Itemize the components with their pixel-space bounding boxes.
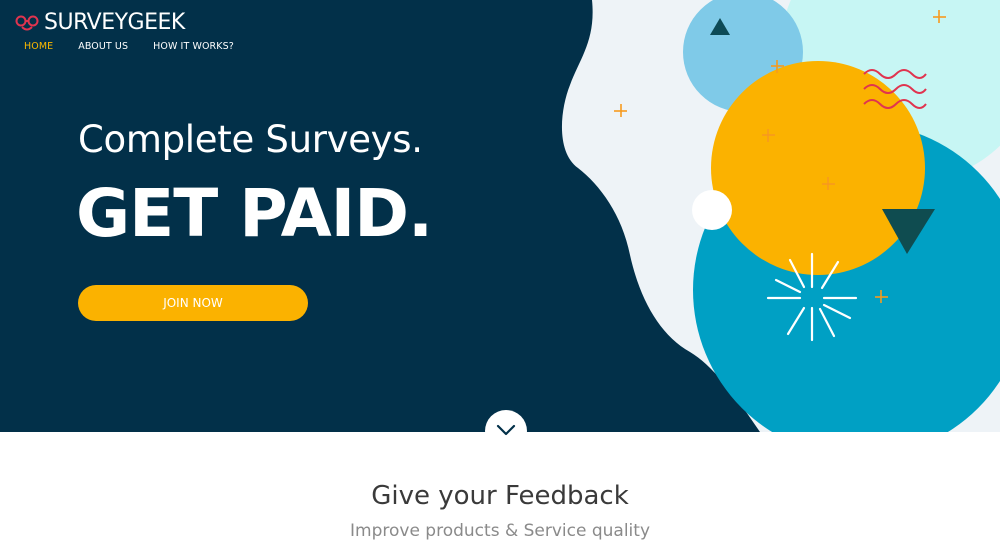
yellow-circle <box>711 61 925 275</box>
white-dot <box>692 190 732 230</box>
join-now-button[interactable]: JOIN NOW <box>78 285 308 321</box>
brand-logo[interactable]: SURVEYGEEK <box>14 11 185 35</box>
feedback-title: Give your Feedback <box>371 481 629 511</box>
glasses-smile-icon <box>15 15 39 31</box>
brand-name: SURVEYGEEK <box>44 10 185 35</box>
nav-item-about-us[interactable]: ABOUT US <box>78 41 128 53</box>
nav-item-how-it-works[interactable]: HOW IT WORKS? <box>153 41 234 53</box>
nav-item-home[interactable]: HOME <box>24 41 53 53</box>
hero-subheadline: GET PAID. <box>76 175 433 252</box>
main-nav: HOME ABOUT US HOW IT WORKS? <box>24 41 259 53</box>
scroll-down-button[interactable] <box>485 410 527 452</box>
chevron-down-icon <box>496 424 516 436</box>
hero-section: SURVEYGEEK HOME ABOUT US HOW IT WORKS? C… <box>0 0 1000 432</box>
feedback-subtitle: Improve products & Service quality <box>350 521 650 541</box>
hero-headline: Complete Surveys. <box>78 118 423 161</box>
